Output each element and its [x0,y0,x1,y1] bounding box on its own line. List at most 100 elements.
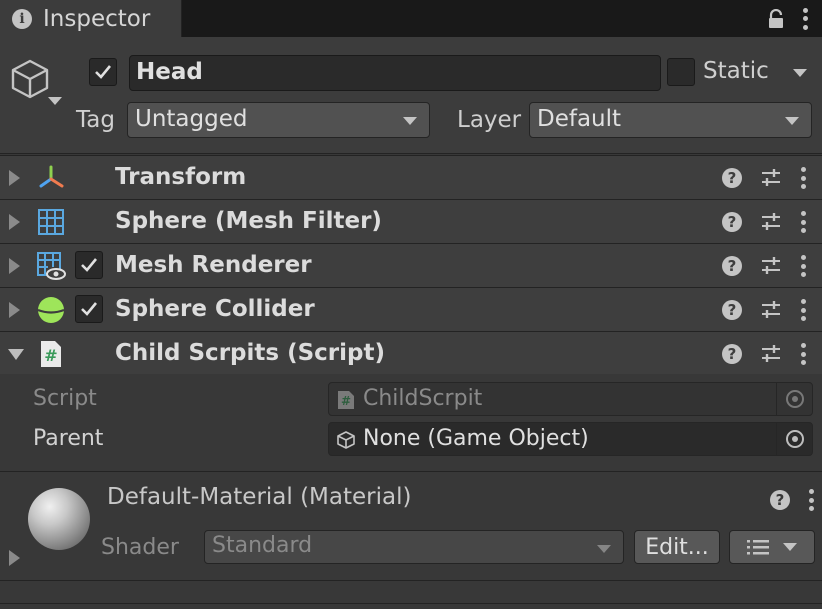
kebab-menu-icon[interactable] [800,167,806,189]
svg-text:#: # [341,394,351,408]
kebab-menu-icon[interactable] [800,343,806,365]
kebab-menu-icon[interactable] [800,255,806,277]
component-actions: ? [722,288,806,332]
kebab-menu-icon[interactable] [800,299,806,321]
divider [0,603,822,604]
static-dropdown-caret-icon[interactable] [793,69,807,77]
component-title: Child Scrpits (Script) [115,340,385,366]
layer-dropdown[interactable]: Default [529,102,812,138]
transform-icon [39,165,64,188]
help-icon[interactable]: ? [722,300,742,320]
chevron-down-icon [597,545,611,553]
tab-label: Inspector [43,5,151,32]
icon-dropdown-caret-icon[interactable] [48,97,62,105]
layer-label: Layer [457,107,522,133]
foldout-arrow-icon[interactable] [8,349,24,360]
help-icon[interactable]: ? [722,256,742,276]
help-icon[interactable]: ? [722,212,742,232]
material-title: Default-Material (Material) [107,484,412,510]
shader-value: Standard [212,533,313,558]
script-file-icon: # [338,391,354,409]
script-value: ChildScrpit [363,386,483,411]
parent-field-label: Parent [33,426,104,451]
presets-icon[interactable] [760,167,782,189]
gameobject-cube-icon[interactable] [8,57,52,101]
presets-icon[interactable] [760,211,782,233]
help-icon[interactable]: ? [722,168,742,188]
edit-shader-button[interactable]: Edit... [634,530,720,564]
gameobject-cube-icon [337,431,355,449]
shader-label: Shader [101,535,179,560]
tag-label: Tag [76,107,115,133]
component-child-scripts[interactable]: # Child Scrpits (Script) ? [0,331,822,375]
tab-actions [768,0,808,37]
info-icon: i [12,8,32,29]
parent-value: None (Game Object) [363,426,589,451]
foldout-arrow-icon[interactable] [9,302,20,318]
lock-icon[interactable] [768,8,784,29]
help-icon[interactable]: ? [770,490,790,510]
svg-text:#: # [44,346,57,365]
kebab-menu-icon[interactable] [808,489,814,511]
object-picker-button[interactable] [776,423,812,455]
inspector-footer [0,582,822,609]
material-preview-sphere[interactable] [28,488,90,550]
component-title: Sphere (Mesh Filter) [115,208,382,234]
checkmark-icon [95,65,112,79]
chevron-down-icon [403,117,417,125]
script-field-label: Script [33,386,97,411]
script-component-body: Script # ChildScrpit Parent None (Game O… [0,374,822,470]
component-sphere-collider[interactable]: Sphere Collider ? [0,287,822,331]
component-enabled-checkbox[interactable] [75,295,103,323]
tab-bar: i Inspector [0,0,822,37]
chevron-down-icon [785,117,799,125]
script-icon: # [41,341,61,367]
kebab-menu-icon[interactable] [802,7,808,30]
mesh-renderer-icon [37,252,66,280]
foldout-arrow-icon[interactable] [9,550,20,566]
sphere-collider-icon [37,297,65,323]
static-label: Static [703,58,769,84]
tag-dropdown[interactable]: Untagged [127,102,430,138]
object-picker-icon [785,430,804,448]
component-enabled-checkbox[interactable] [75,251,103,279]
component-actions: ? [722,244,806,288]
gameobject-header: Head Static Tag Untagged Layer Default [0,37,822,154]
layer-value: Default [537,106,622,132]
chevron-down-icon [783,543,797,551]
component-transform[interactable]: Transform ? [0,155,822,199]
material-section: Default-Material (Material) ? Shader Sta… [0,471,822,581]
presets-icon[interactable] [760,255,782,277]
mesh-filter-icon [38,209,64,235]
component-actions: ? [722,156,806,200]
help-icon[interactable]: ? [722,344,742,364]
shader-dropdown: Standard [204,530,624,564]
foldout-arrow-icon[interactable] [9,214,20,230]
object-name-input[interactable]: Head [129,55,661,91]
component-actions: ? [722,332,806,376]
script-object-field: # ChildScrpit [328,382,813,416]
component-mesh-filter[interactable]: Sphere (Mesh Filter) ? [0,199,822,243]
material-actions: ? [770,472,814,528]
component-title: Mesh Renderer [115,252,312,278]
checkmark-icon [81,258,98,272]
component-mesh-renderer[interactable]: Mesh Renderer ? [0,243,822,287]
presets-icon[interactable] [760,299,782,321]
shader-options-button[interactable] [729,530,815,564]
foldout-arrow-icon[interactable] [9,170,20,186]
parent-object-field[interactable]: None (Game Object) [328,422,813,456]
object-picker-icon [785,390,804,408]
tab-inspector[interactable]: i Inspector [0,0,182,37]
object-picker-button [776,383,812,415]
static-checkbox[interactable] [667,58,695,86]
tag-value: Untagged [135,106,248,132]
checkmark-icon [81,302,98,316]
foldout-arrow-icon[interactable] [9,258,20,274]
component-actions: ? [722,200,806,244]
list-icon [747,540,769,555]
presets-icon[interactable] [760,343,782,365]
active-checkbox[interactable] [89,58,117,86]
kebab-menu-icon[interactable] [800,211,806,233]
component-title: Transform [115,164,247,190]
component-title: Sphere Collider [115,296,315,322]
